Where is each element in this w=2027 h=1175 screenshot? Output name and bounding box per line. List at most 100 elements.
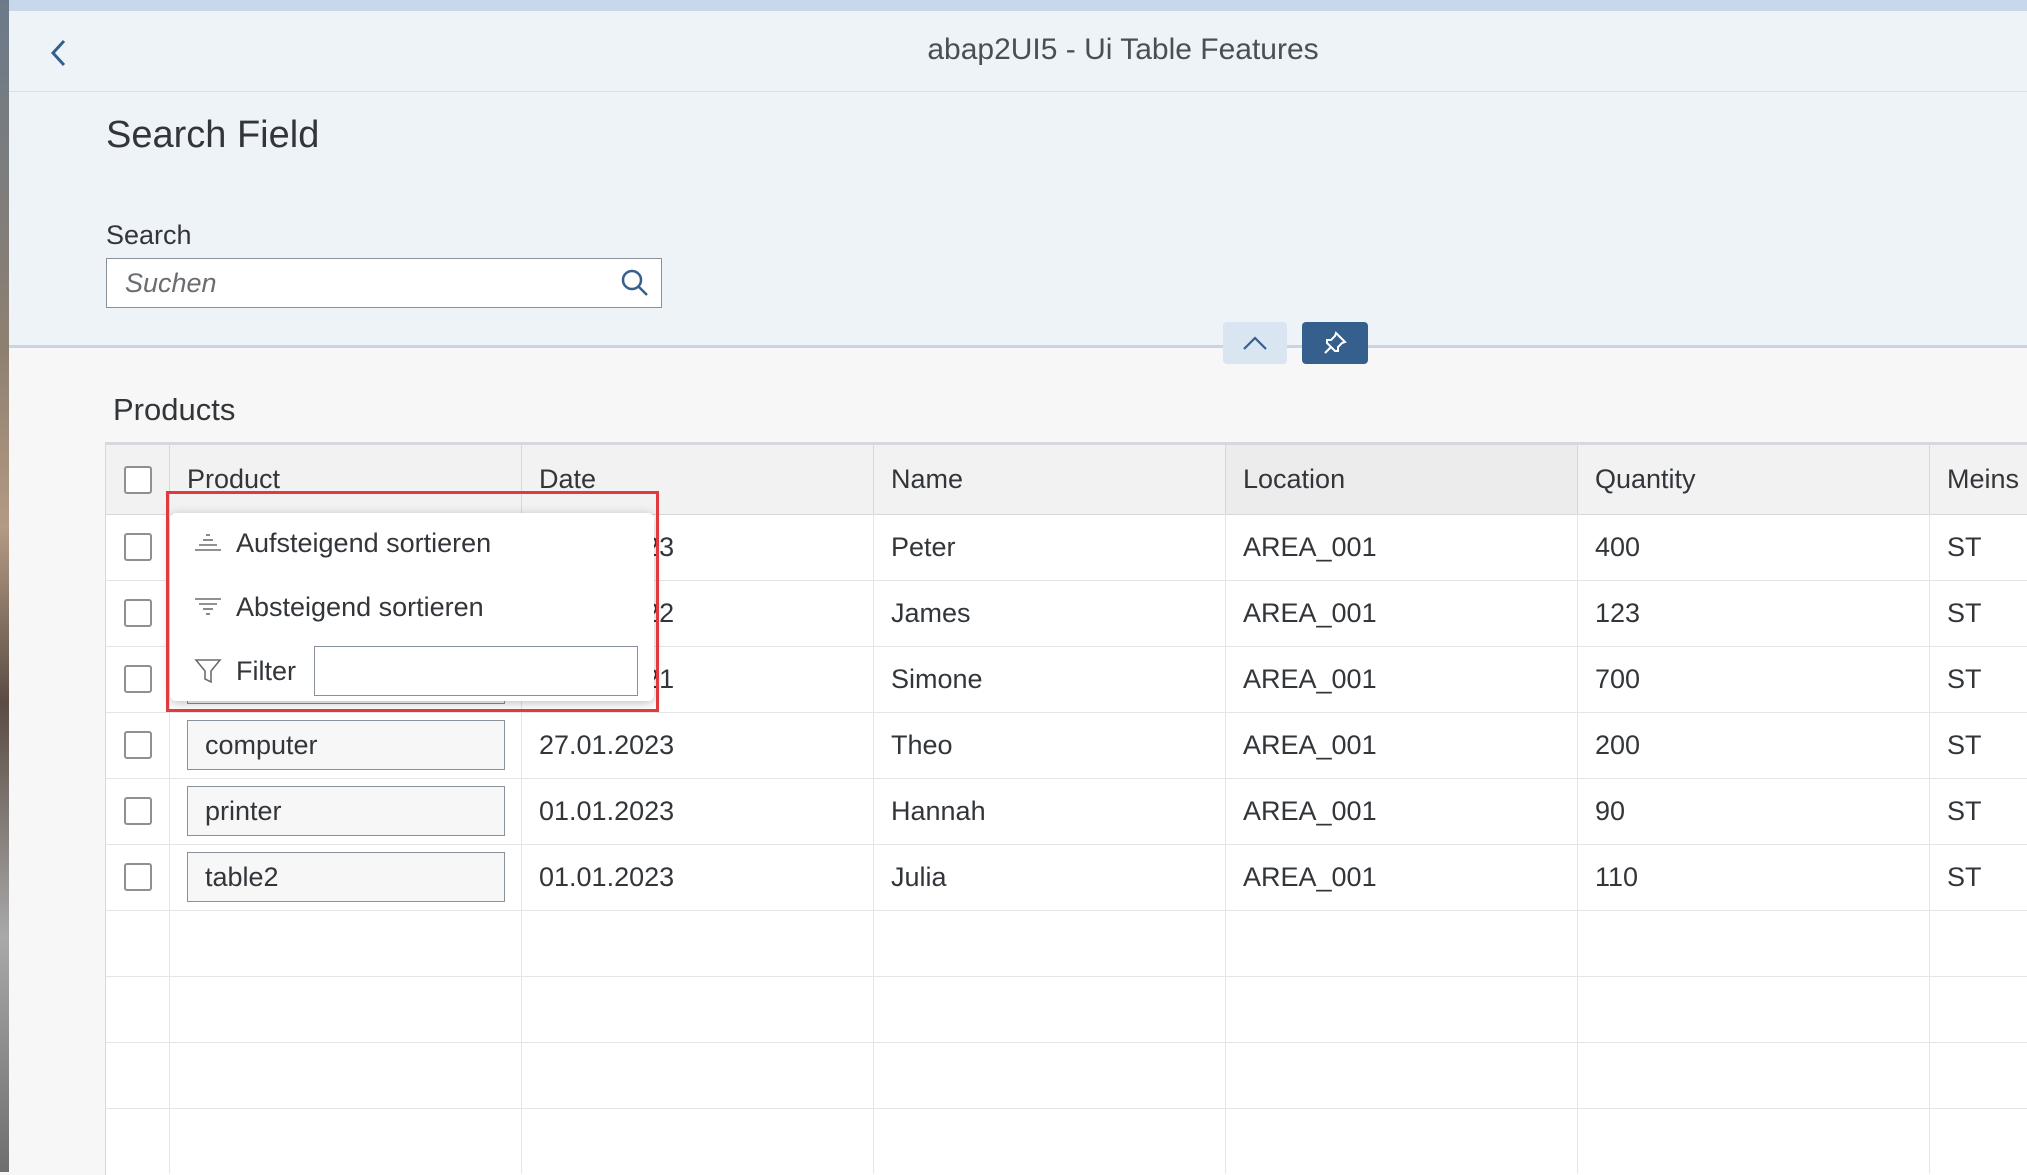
search-icon[interactable] xyxy=(609,259,661,307)
quantity-cell: 123 xyxy=(1578,580,1930,646)
empty-cell xyxy=(106,910,170,976)
empty-row xyxy=(106,976,2027,1043)
page-title: Search Field xyxy=(106,114,320,156)
select-all-checkbox[interactable] xyxy=(123,465,152,494)
empty-cell xyxy=(1226,976,1578,1042)
quantity-cell: 700 xyxy=(1578,646,1930,712)
date-cell: 01.01.2023 xyxy=(522,844,874,910)
name-cell: James xyxy=(874,580,1226,646)
date-cell: 27.01.2023 xyxy=(522,712,874,778)
meins-cell: ST xyxy=(1947,597,1982,628)
empty-row xyxy=(106,910,2027,977)
location-cell: AREA_001 xyxy=(1226,580,1578,646)
filter-icon xyxy=(188,657,228,685)
meins-cell: ST xyxy=(1947,531,1982,562)
filter-item: Filter xyxy=(170,643,654,699)
name-cell: Julia xyxy=(874,844,1226,910)
quantity-cell: 110 xyxy=(1578,844,1930,910)
row-checkbox[interactable] xyxy=(123,797,152,825)
table-row[interactable]: 01.01.2023 Hannah AREA_001 90 ST xyxy=(106,778,2027,845)
search-label: Search xyxy=(106,220,192,250)
row-checkbox[interactable] xyxy=(123,665,152,693)
name-cell: Theo xyxy=(874,712,1226,778)
pin-header-button[interactable] xyxy=(1302,322,1368,364)
sort-ascending-item[interactable]: Aufsteigend sortieren xyxy=(170,513,654,573)
table-row[interactable]: 27.01.2023 Theo AREA_001 200 ST xyxy=(106,712,2027,779)
row-checkbox[interactable] xyxy=(123,863,152,891)
sort-descending-item[interactable]: Absteigend sortieren xyxy=(170,577,654,637)
empty-row xyxy=(106,1108,2027,1174)
quantity-cell: 200 xyxy=(1578,712,1930,778)
column-header-quantity[interactable]: Quantity xyxy=(1578,445,1930,514)
empty-cell xyxy=(522,1108,874,1174)
quantity-cell: 90 xyxy=(1578,778,1930,844)
search-field xyxy=(106,258,662,308)
browser-top-edge xyxy=(9,0,2027,11)
column-header-name[interactable]: Name xyxy=(874,445,1226,514)
meins-cell: ST xyxy=(1947,663,1982,694)
location-cell: AREA_001 xyxy=(1226,712,1578,778)
empty-cell xyxy=(1578,1042,1930,1108)
collapse-header-button[interactable] xyxy=(1223,322,1287,364)
background-photo-edge xyxy=(0,0,9,1172)
row-checkbox[interactable] xyxy=(123,599,152,627)
empty-cell xyxy=(1930,1108,2027,1174)
product-input[interactable] xyxy=(187,852,505,902)
empty-cell xyxy=(1578,976,1930,1042)
location-cell: AREA_001 xyxy=(1226,514,1578,580)
empty-cell xyxy=(1930,976,2027,1042)
empty-cell xyxy=(1226,1108,1578,1174)
filter-label: Filter xyxy=(236,655,296,686)
row-checkbox[interactable] xyxy=(123,533,152,561)
empty-cell xyxy=(1930,910,2027,976)
empty-cell xyxy=(522,1042,874,1108)
row-selector xyxy=(106,580,170,646)
table-title: Products xyxy=(113,392,236,427)
row-selector xyxy=(106,646,170,712)
product-input[interactable] xyxy=(187,720,505,770)
empty-cell xyxy=(170,1042,522,1108)
shell-bar: abap2UI5 - Ui Table Features xyxy=(9,11,2027,92)
sort-descending-label: Absteigend sortieren xyxy=(236,591,484,622)
empty-cell xyxy=(522,976,874,1042)
column-header-product[interactable]: Product xyxy=(170,445,522,514)
empty-cell xyxy=(874,976,1226,1042)
filter-input[interactable] xyxy=(314,646,638,696)
name-cell: Simone xyxy=(874,646,1226,712)
row-selector xyxy=(106,778,170,844)
product-cell xyxy=(170,844,522,910)
row-checkbox[interactable] xyxy=(123,731,152,759)
empty-cell xyxy=(874,1108,1226,1174)
product-input[interactable] xyxy=(187,786,505,836)
empty-cell xyxy=(106,1108,170,1174)
app-title: abap2UI5 - Ui Table Features xyxy=(927,33,1319,66)
row-selector xyxy=(106,712,170,778)
empty-row xyxy=(106,1042,2027,1109)
empty-cell xyxy=(1226,1042,1578,1108)
name-cell: Hannah xyxy=(874,778,1226,844)
empty-cell xyxy=(1578,910,1930,976)
empty-cell xyxy=(106,1042,170,1108)
empty-cell xyxy=(170,1108,522,1174)
row-selector xyxy=(106,844,170,910)
product-cell xyxy=(170,712,522,778)
pin-icon xyxy=(1324,331,1347,354)
quantity-cell: 400 xyxy=(1578,514,1930,580)
meins-cell: ST xyxy=(1947,861,1982,892)
row-selector xyxy=(106,514,170,580)
sort-ascending-label: Aufsteigend sortieren xyxy=(236,527,492,558)
empty-cell xyxy=(170,976,522,1042)
empty-cell xyxy=(874,1042,1226,1108)
meins-cell: ST xyxy=(1947,729,1982,760)
table-row[interactable]: 01.01.2023 Julia AREA_001 110 ST xyxy=(106,844,2027,911)
meins-cell: ST xyxy=(1947,795,1982,826)
column-header-meins[interactable]: Meins xyxy=(1930,445,2027,514)
select-all-cell xyxy=(106,445,170,514)
chevron-up-icon xyxy=(1243,336,1267,350)
empty-cell xyxy=(1930,1042,2027,1108)
column-menu-popover: Aufsteigend sortieren Absteigend sortier… xyxy=(170,513,654,701)
table-header-row: Product Date Name Location Quantity Mein… xyxy=(106,445,2027,515)
column-header-date[interactable]: Date xyxy=(522,445,874,514)
search-input[interactable] xyxy=(107,258,609,308)
column-header-location[interactable]: Location xyxy=(1226,445,1578,514)
